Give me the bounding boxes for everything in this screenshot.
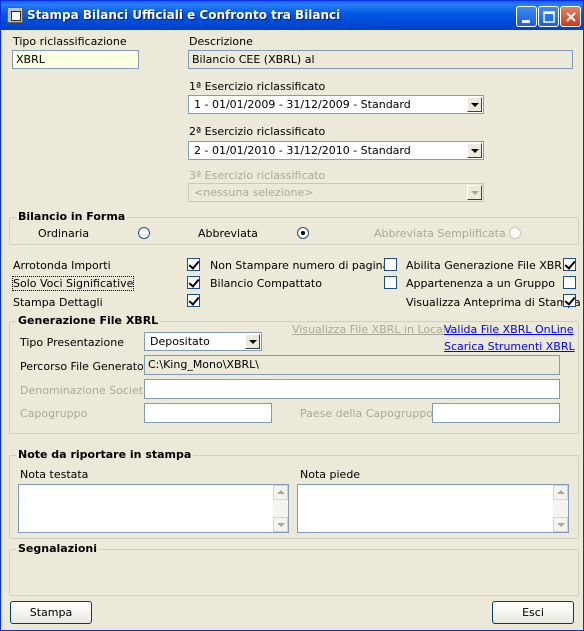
abilita-xbrl-label: Abilita Generazione File XBRL <box>406 259 569 272</box>
minimize-button[interactable] <box>516 6 537 27</box>
esercizio2-select[interactable]: 2 - 01/01/2010 - 31/12/2010 - Standard <box>188 141 484 160</box>
segnalazioni-group: Segnalazioni <box>9 542 579 596</box>
forma-semplificata-radio <box>509 227 521 239</box>
compattato-checkbox[interactable] <box>384 276 397 289</box>
window-title: Stampa Bilanci Ufficiali e Confronto tra… <box>27 8 341 22</box>
valida-xbrl-link[interactable]: Valida File XBRL OnLine <box>444 323 574 336</box>
abilita-xbrl-checkbox[interactable] <box>563 258 576 271</box>
nota-testata-scrollbar[interactable] <box>273 485 288 532</box>
visualizza-xbrl-locale-link[interactable]: Visualizza File XBRL in Locale <box>292 323 453 336</box>
paese-capogruppo-label: Paese della Capogruppo <box>300 407 434 420</box>
title-bar: Stampa Bilanci Ufficiali e Confronto tra… <box>1 1 583 30</box>
esercizio1-select[interactable]: 1 - 01/01/2009 - 31/12/2009 - Standard <box>188 95 484 114</box>
tipo-presentazione-value: Depositato <box>150 335 210 348</box>
bilancio-forma-title: Bilancio in Forma <box>16 210 128 223</box>
esci-button[interactable]: Esci <box>492 601 574 624</box>
descrizione-field: Bilancio CEE (XBRL) al <box>188 50 573 69</box>
segnalazioni-title: Segnalazioni <box>16 542 100 555</box>
forma-ordinaria-label: Ordinaria <box>38 227 90 240</box>
stampa-dettagli-label: Stampa Dettagli <box>13 296 103 309</box>
denominazione-field[interactable] <box>144 379 560 399</box>
scarica-strumenti-link[interactable]: Scarica Strumenti XBRL <box>444 340 575 353</box>
chevron-down-icon[interactable] <box>245 334 260 349</box>
tipo-presentazione-label: Tipo Presentazione <box>20 336 124 349</box>
maximize-button[interactable] <box>538 6 559 27</box>
denominazione-label: Denominazione Società <box>20 384 150 397</box>
solo-voci-label: Solo Voci Significative <box>11 276 135 291</box>
non-stampare-label: Non Stampare numero di pagina <box>210 259 390 272</box>
esercizio3-select: <nessuna selezione> <box>188 183 484 202</box>
xbrl-group-title: Generazione File XBRL <box>16 314 161 327</box>
scroll-down-icon[interactable] <box>553 517 568 532</box>
main-window: Stampa Bilanci Ufficiali e Confronto tra… <box>0 0 584 631</box>
percorso-field: C:\King_Mono\XBRL\ <box>144 355 560 375</box>
close-button[interactable] <box>560 6 581 27</box>
nota-piede-scrollbar[interactable] <box>553 485 568 532</box>
maximize-icon <box>543 11 555 23</box>
non-stampare-checkbox[interactable] <box>384 258 397 271</box>
nota-testata-label: Nota testata <box>20 468 89 481</box>
descrizione-label: Descrizione <box>189 35 253 48</box>
nota-piede-label: Nota piede <box>300 468 361 481</box>
compattato-label: Bilancio Compattato <box>210 277 322 290</box>
anteprima-checkbox[interactable] <box>563 294 576 307</box>
app-icon <box>7 7 23 23</box>
esercizio3-label: 3ª Esercizio riclassificato <box>189 169 326 182</box>
note-group-title: Note da riportare in stampa <box>16 448 194 461</box>
esercizio1-value: 1 - 01/01/2009 - 31/12/2009 - Standard <box>194 98 411 111</box>
stampa-dettagli-checkbox[interactable] <box>187 294 200 307</box>
gruppo-label: Appartenenza a un Gruppo <box>406 277 555 290</box>
chevron-down-icon <box>467 185 482 200</box>
arrotonda-label: Arrotonda Importi <box>13 259 111 272</box>
tipo-riclassificazione-label: Tipo riclassificazione <box>13 35 127 48</box>
nota-piede-textarea[interactable] <box>297 484 569 533</box>
paese-capogruppo-field[interactable] <box>432 403 560 423</box>
solo-voci-checkbox[interactable] <box>187 276 200 289</box>
chevron-down-icon[interactable] <box>467 143 482 158</box>
esercizio2-label: 2ª Esercizio riclassificato <box>189 125 326 138</box>
gruppo-checkbox[interactable] <box>563 276 576 289</box>
forma-abbreviata-radio[interactable] <box>297 227 309 239</box>
esercizio2-value: 2 - 01/01/2010 - 31/12/2010 - Standard <box>194 144 411 157</box>
tipo-presentazione-select[interactable]: Depositato <box>144 332 262 351</box>
scroll-up-icon[interactable] <box>553 485 568 500</box>
minimize-icon <box>522 20 530 23</box>
forma-abbreviata-label: Abbreviata <box>198 227 258 240</box>
anteprima-label: Visualizza Anteprima di Stampa <box>406 296 581 309</box>
forma-semplificata-label: Abbreviata Semplificata <box>374 227 506 240</box>
arrotonda-checkbox[interactable] <box>187 258 200 271</box>
esercizio1-label: 1ª Esercizio riclassificato <box>189 80 326 93</box>
nota-testata-textarea[interactable] <box>18 484 289 533</box>
tipo-riclassificazione-field[interactable]: XBRL <box>12 50 139 69</box>
close-icon <box>566 12 576 22</box>
capogruppo-label: Capogruppo <box>20 407 88 420</box>
forma-ordinaria-radio[interactable] <box>138 227 150 239</box>
scroll-down-icon[interactable] <box>273 517 288 532</box>
percorso-label: Percorso File Generato <box>20 360 144 373</box>
esercizio3-value: <nessuna selezione> <box>194 186 314 199</box>
capogruppo-field[interactable] <box>144 403 272 423</box>
scroll-up-icon[interactable] <box>273 485 288 500</box>
stampa-button[interactable]: Stampa <box>10 601 92 624</box>
chevron-down-icon[interactable] <box>467 97 482 112</box>
